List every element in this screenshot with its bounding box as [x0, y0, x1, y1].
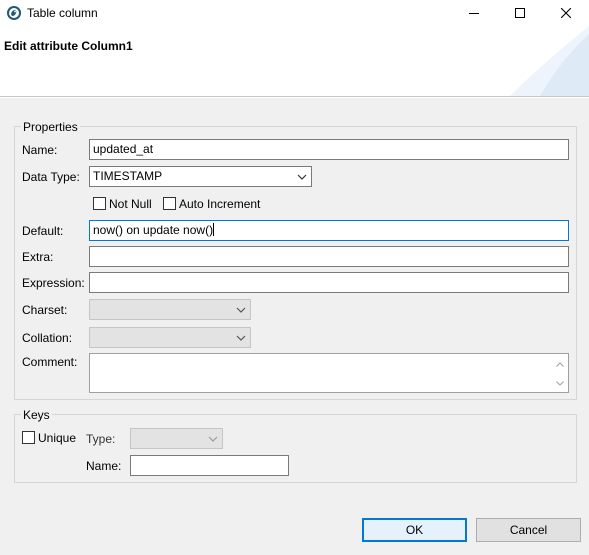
unique-checkbox[interactable]	[22, 431, 35, 444]
default-input[interactable]: now() on update now()	[89, 220, 569, 241]
comment-textarea[interactable]	[89, 353, 569, 393]
minimize-button[interactable]	[451, 0, 497, 26]
ok-button[interactable]: OK	[362, 518, 467, 542]
keys-group-label: Keys	[21, 408, 52, 422]
cancel-button[interactable]: Cancel	[476, 518, 581, 542]
data-type-label: Data Type:	[22, 170, 80, 184]
key-type-select[interactable]	[130, 428, 223, 449]
default-label: Default:	[22, 224, 64, 238]
maximize-icon	[515, 8, 525, 18]
expression-input[interactable]	[89, 272, 569, 293]
data-type-select[interactable]: TIMESTAMP	[89, 166, 312, 187]
banner-decoration	[510, 26, 589, 96]
properties-group-label: Properties	[21, 120, 80, 134]
comment-scrollbar[interactable]	[552, 354, 568, 392]
chevron-down-icon	[297, 167, 307, 186]
key-name-input[interactable]	[130, 455, 289, 476]
app-icon	[6, 5, 22, 21]
chevron-down-icon	[236, 300, 246, 319]
maximize-button[interactable]	[497, 0, 543, 26]
header-banner: Edit attribute Column1	[0, 26, 589, 96]
data-type-value: TIMESTAMP	[93, 169, 163, 183]
collation-select[interactable]	[89, 327, 251, 348]
extra-label: Extra:	[22, 250, 54, 264]
unique-label: Unique	[38, 431, 77, 445]
minimize-icon	[469, 13, 479, 14]
header-separator	[0, 96, 589, 98]
name-label: Name:	[22, 143, 58, 157]
comment-label: Comment:	[22, 355, 78, 369]
close-button[interactable]	[543, 0, 589, 26]
collation-label: Collation:	[22, 331, 73, 345]
not-null-label: Not Null	[109, 197, 152, 211]
close-icon	[561, 8, 571, 18]
extra-input[interactable]	[89, 246, 569, 267]
default-value: now() on update now()	[93, 223, 214, 237]
chevron-down-icon	[236, 328, 246, 347]
scroll-up-icon[interactable]	[553, 357, 567, 371]
key-type-label: Type:	[86, 432, 116, 446]
auto-increment-checkbox[interactable]	[163, 197, 176, 210]
charset-label: Charset:	[22, 303, 68, 317]
window-title: Table column	[27, 6, 98, 20]
not-null-checkbox[interactable]	[93, 197, 106, 210]
auto-increment-label: Auto Increment	[179, 197, 261, 211]
scroll-down-icon[interactable]	[553, 376, 567, 390]
title-bar: Table column	[0, 0, 589, 26]
dialog-heading: Edit attribute Column1	[4, 39, 133, 53]
expression-label: Expression:	[22, 276, 85, 290]
chevron-down-icon	[208, 429, 218, 448]
name-input[interactable]: updated_at	[89, 139, 569, 160]
key-name-label: Name:	[86, 459, 122, 473]
charset-select[interactable]	[89, 299, 251, 320]
text-cursor	[213, 223, 215, 236]
